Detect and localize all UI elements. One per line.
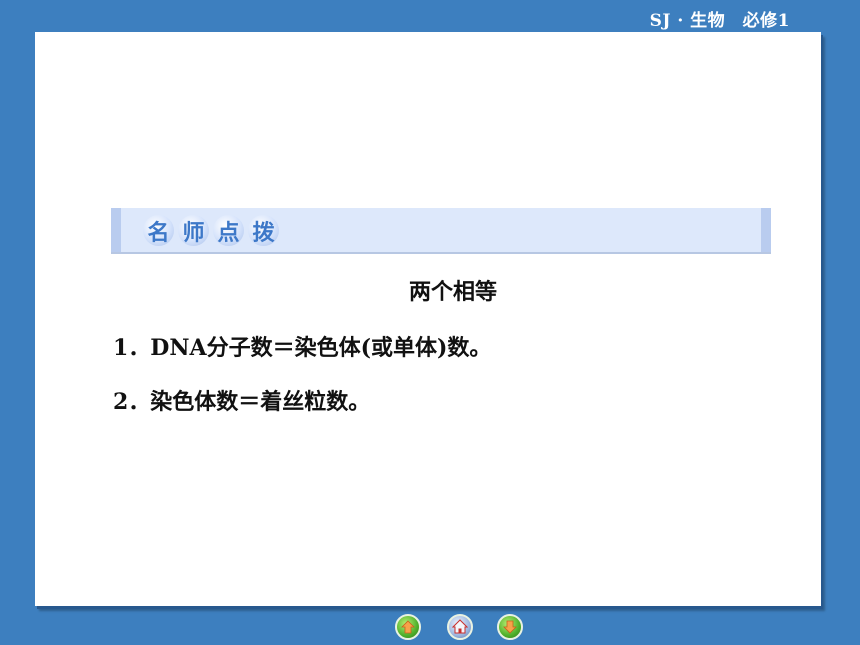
- banner-right-bar: [761, 208, 771, 252]
- banner-chip: 拨: [248, 215, 279, 246]
- slide-panel: 名 师 点 拨 两个相等 1．DNA分子数＝染色体(或单体)数。 2．染色体数＝…: [35, 32, 821, 606]
- banner-chip: 师: [178, 215, 209, 246]
- course-label: SJ · 生物 必修1: [649, 11, 790, 31]
- home-icon: [452, 619, 468, 635]
- next-slide-button[interactable]: [497, 614, 523, 640]
- arrow-up-circle-icon: [401, 620, 415, 634]
- content-item: 2．染色体数＝着丝粒数。: [113, 389, 371, 415]
- banner-chip: 点: [213, 215, 244, 246]
- banner-chip: 名: [143, 215, 174, 246]
- prev-slide-button[interactable]: [395, 614, 421, 640]
- content-subtitle: 两个相等: [408, 279, 497, 305]
- content-item: 1．DNA分子数＝染色体(或单体)数。: [113, 335, 492, 361]
- banner-chips: 名 师 点 拨: [143, 215, 279, 246]
- section-banner: 名 师 点 拨: [111, 208, 771, 254]
- home-button[interactable]: [447, 614, 473, 640]
- arrow-down-circle-icon: [503, 620, 517, 634]
- banner-left-bar: [111, 208, 121, 252]
